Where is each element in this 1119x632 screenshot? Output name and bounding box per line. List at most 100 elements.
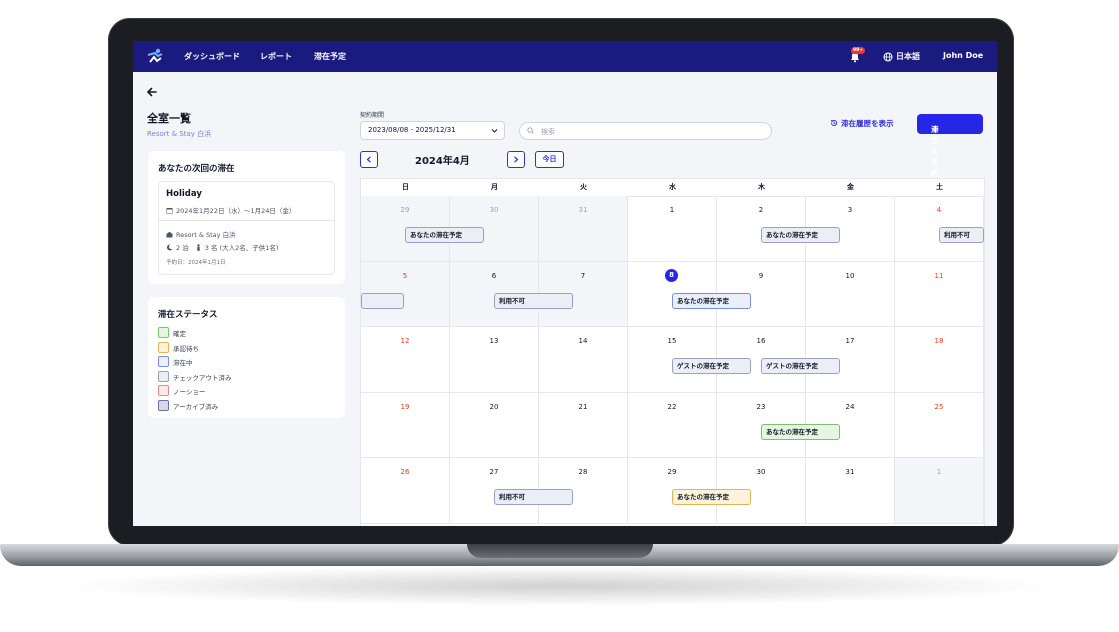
history-icon [830,119,838,127]
calendar-event[interactable]: 利用不可 [494,292,573,309]
reserve-stay-label: 滞在を予約 [931,125,939,178]
day-number: 4 [936,206,942,214]
calendar-event[interactable]: ゲストの滞在予定 [761,358,840,374]
calendar-day[interactable]: 1 [628,196,717,262]
chevron-down-icon [491,129,498,133]
person-icon [197,244,200,251]
calendar-event[interactable]: あなたの滞在予定 [672,292,751,309]
stay-history-link[interactable]: 滞在履歴を表示 [830,118,894,129]
reserve-stay-button[interactable]: + 滞在を予約 [917,114,983,178]
status-legend-item: 滞在中 [158,356,193,367]
stay-name: Holiday [166,189,202,199]
calendar-day[interactable]: 13 [450,327,539,393]
calendar-event[interactable]: あなたの滞在予定 [761,423,840,440]
nav-stays[interactable]: 滞在予定 [314,51,346,62]
nav-reports[interactable]: レポート [260,51,292,62]
page-title: 全室一覧 [147,112,191,125]
current-month: 2024年4月 [415,156,470,167]
calendar-day[interactable]: 14 [539,327,628,393]
calendar-event[interactable]: 利用不可 [939,227,984,243]
day-number: 9 [758,271,764,280]
day-number: 26 [400,468,410,476]
status-label: チェックアウト済み [173,373,232,382]
period-select[interactable]: 2023/08/08 - 2025/12/31 [360,121,505,140]
calendar-day[interactable]: 10 [806,261,895,327]
page-subtitle: Resort & Stay 白浜 [147,130,212,138]
calendar-icon [166,208,173,214]
day-number: 1 [936,468,942,476]
calendar-event[interactable]: あなたの滞在予定 [405,227,484,243]
language-selector[interactable]: 日本語 [896,51,920,62]
calendar-event[interactable]: あなたの滞在予定 [761,227,840,243]
day-number: 21 [578,402,588,411]
next-month-button[interactable] [507,151,525,168]
day-number: 11 [934,271,944,280]
calendar-day[interactable]: 21 [539,392,628,458]
user-menu[interactable]: John Doe [943,51,983,60]
day-number: 1 [669,206,675,214]
day-number: 31 [578,206,588,214]
day-number: 15 [667,337,677,345]
day-number: 17 [845,337,855,345]
back-arrow-icon[interactable] [146,86,158,98]
day-number: 5 [402,271,408,280]
weekday-header: 水 [628,179,718,197]
today-button[interactable]: 今日 [535,151,564,168]
day-number: 18 [934,337,944,345]
calendar-day[interactable]: 19 [361,392,450,458]
prev-month-button[interactable] [360,151,378,168]
status-swatch [158,370,169,382]
day-number: 27 [489,468,499,476]
search-input[interactable]: 検索 [519,122,772,140]
day-number: 10 [845,271,855,280]
calendar-day[interactable]: 31 [539,196,628,262]
status-label: ノーショー [173,388,206,396]
stay-property: Resort & Stay 白浜 [176,231,236,239]
day-number: 20 [489,402,499,411]
calendar-day[interactable]: 18 [895,327,984,393]
search-placeholder: 検索 [541,128,555,136]
weekday-header: 金 [806,179,896,197]
globe-icon[interactable] [883,52,893,62]
status-legend-item: ノーショー [158,385,205,396]
calendar-day[interactable]: 26 [361,458,450,524]
status-swatch [158,327,169,338]
calendar-event[interactable]: ゲストの滞在予定 [672,358,751,374]
status-swatch [158,385,169,396]
status-label: アーカイブ済み [173,402,219,411]
status-legend-item: アーカイブ済み [158,399,219,411]
calendar-day[interactable]: 12 [361,327,450,393]
stay-booked-date: 予約日：2024年1月1日 [166,260,226,266]
nav-dashboard[interactable]: ダッシュボード [184,51,240,62]
laptop-notch [467,544,653,558]
stay-dates: 2024年1月22日（水）〜1月24日（金） [176,207,296,215]
stay-guests: 3 名 (大人2名、子供1名) [204,244,279,252]
next-stay-title: あなたの次回の滞在 [158,164,235,174]
calendar-day[interactable]: 22 [628,392,717,458]
building-icon [166,231,173,238]
day-number: 2 [758,206,764,214]
calendar-day[interactable]: 11 [895,261,984,327]
logo-icon[interactable] [146,47,164,65]
calendar-event[interactable]: あなたの滞在予定 [672,489,751,505]
status-swatch [158,341,169,353]
calendar-event[interactable] [361,292,404,309]
calendar-day[interactable]: 25 [895,392,984,458]
calendar-day[interactable]: 31 [806,458,895,524]
day-number: 30 [756,468,766,476]
status-label: 承認待ち [173,344,199,353]
weekday-header: 木 [717,179,807,197]
day-number: 3 [847,206,853,214]
day-number: 23 [756,402,766,411]
period-label: 契約期間 [360,112,385,119]
calendar-day[interactable]: 1 [895,458,984,524]
weekday-header: 火 [539,179,629,197]
status-legend-card: 滞在ステータス 確定 承認待ち 滞在中 チェックアウト済み ノーショー アーカイブ済み [148,297,345,418]
calendar-day[interactable]: 20 [450,392,539,458]
day-number: 30 [489,206,499,214]
calendar-event[interactable]: 利用不可 [494,489,573,505]
day-number: 19 [400,402,410,411]
day-number: 29 [667,468,677,476]
next-stay-item[interactable]: Holiday 2024年1月22日（水）〜1月24日（金） Resort & … [158,181,335,275]
day-number: 24 [845,402,855,411]
